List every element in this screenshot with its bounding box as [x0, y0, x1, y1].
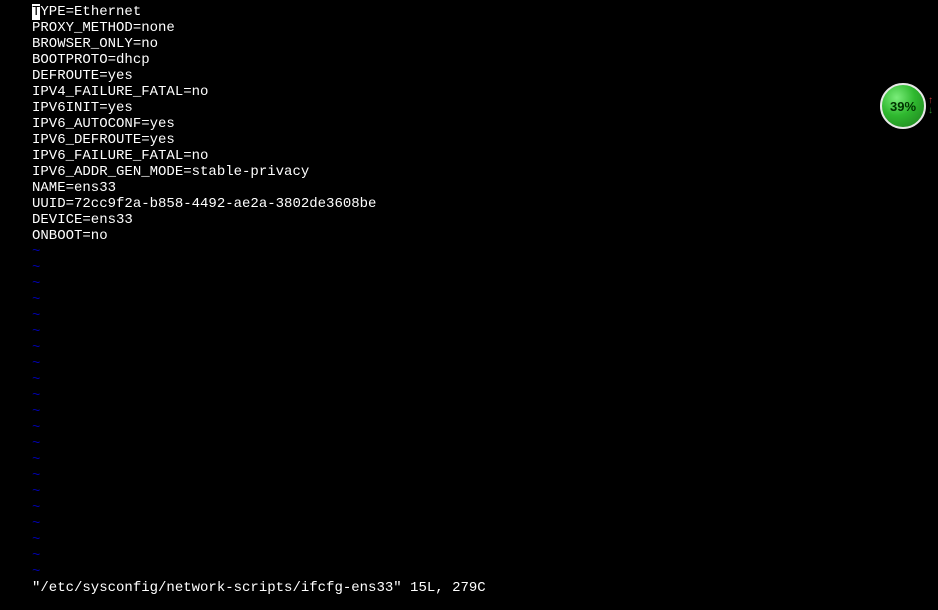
file-line: IPV6_FAILURE_FATAL=no: [32, 148, 938, 164]
file-line: ONBOOT=no: [32, 228, 938, 244]
file-line: TYPE=Ethernet: [32, 4, 938, 20]
empty-line-tilde: ~: [32, 436, 938, 452]
empty-line-tilde: ~: [32, 356, 938, 372]
empty-line-tilde: ~: [32, 516, 938, 532]
empty-line-tilde: ~: [32, 404, 938, 420]
empty-line-tilde: ~: [32, 548, 938, 564]
file-line: IPV6_ADDR_GEN_MODE=stable-privacy: [32, 164, 938, 180]
vim-status-line: "/etc/sysconfig/network-scripts/ifcfg-en…: [32, 580, 938, 596]
file-content-area: TYPE=EthernetPROXY_METHOD=noneBROWSER_ON…: [32, 4, 938, 244]
empty-line-tilde: ~: [32, 260, 938, 276]
empty-line-tilde: ~: [32, 564, 938, 580]
badge-percent: 39%: [890, 99, 916, 114]
empty-line-tilde: ~: [32, 308, 938, 324]
file-line: BROWSER_ONLY=no: [32, 36, 938, 52]
empty-line-tilde: ~: [32, 244, 938, 260]
empty-line-tilde: ~: [32, 500, 938, 516]
empty-line-tilde: ~: [32, 420, 938, 436]
empty-line-tilde: ~: [32, 292, 938, 308]
arrow-down-icon: ↓: [928, 106, 933, 116]
file-line: DEFROUTE=yes: [32, 68, 938, 84]
empty-line-tilde: ~: [32, 340, 938, 356]
empty-line-tilde: ~: [32, 276, 938, 292]
empty-line-tilde: ~: [32, 484, 938, 500]
file-line: IPV6_DEFROUTE=yes: [32, 132, 938, 148]
empty-line-tilde: ~: [32, 452, 938, 468]
cursor: T: [32, 4, 40, 20]
empty-line-tilde: ~: [32, 372, 938, 388]
performance-badge[interactable]: 39% ↑ ↓: [880, 82, 938, 130]
file-line: IPV4_FAILURE_FATAL=no: [32, 84, 938, 100]
empty-line-area: ~~~~~~~~~~~~~~~~~~~~~: [32, 244, 938, 580]
empty-line-tilde: ~: [32, 468, 938, 484]
file-line: IPV6INIT=yes: [32, 100, 938, 116]
file-line: UUID=72cc9f2a-b858-4492-ae2a-3802de3608b…: [32, 196, 938, 212]
empty-line-tilde: ~: [32, 532, 938, 548]
file-line: NAME=ens33: [32, 180, 938, 196]
terminal-editor[interactable]: TYPE=EthernetPROXY_METHOD=noneBROWSER_ON…: [0, 0, 938, 596]
empty-line-tilde: ~: [32, 324, 938, 340]
badge-arrows: ↑ ↓: [928, 96, 933, 116]
file-line: DEVICE=ens33: [32, 212, 938, 228]
file-line: IPV6_AUTOCONF=yes: [32, 116, 938, 132]
empty-line-tilde: ~: [32, 388, 938, 404]
badge-circle: 39%: [880, 83, 926, 129]
file-line: BOOTPROTO=dhcp: [32, 52, 938, 68]
file-line: PROXY_METHOD=none: [32, 20, 938, 36]
